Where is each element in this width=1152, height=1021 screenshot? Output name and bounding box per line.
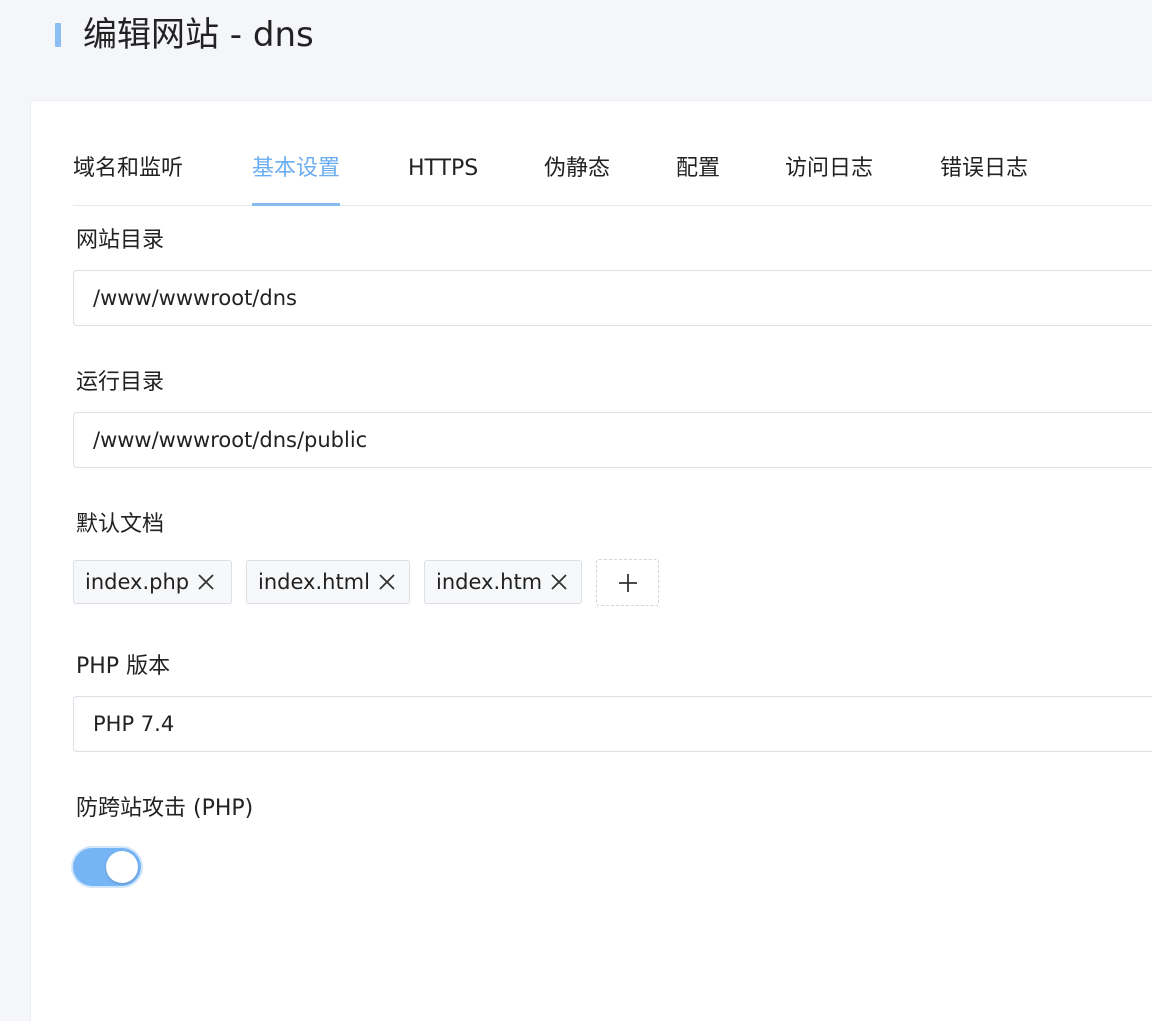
tab-access-log[interactable]: 访问日志	[785, 149, 873, 203]
toggle-knob	[106, 851, 138, 883]
tab-rewrite[interactable]: 伪静态	[544, 149, 610, 203]
default-doc-tag-label: index.php	[85, 570, 190, 594]
tab-config[interactable]: 配置	[676, 149, 720, 203]
php-version-select[interactable]	[73, 696, 1152, 752]
anti-xss-toggle[interactable]	[73, 848, 141, 886]
default-doc-tag: index.html	[246, 560, 410, 604]
default-docs-label: 默认文档	[76, 512, 165, 537]
default-doc-tag: index.htm	[424, 560, 582, 604]
close-icon[interactable]	[376, 561, 398, 603]
header-accent-bar	[55, 23, 61, 47]
php-version-label: PHP 版本	[76, 654, 171, 679]
page-header: 编辑网站 - dns	[0, 0, 1152, 100]
close-icon[interactable]	[195, 561, 217, 603]
tab-https[interactable]: HTTPS	[408, 149, 478, 203]
close-icon[interactable]	[548, 561, 570, 603]
site-dir-input[interactable]	[73, 270, 1152, 326]
tab-basic-settings[interactable]: 基本设置	[252, 149, 341, 206]
plus-icon	[619, 574, 637, 592]
tab-domains-listen[interactable]: 域名和监听	[73, 149, 183, 203]
default-doc-tag-label: index.htm	[436, 570, 543, 594]
anti-xss-label: 防跨站攻击 (PHP)	[76, 796, 254, 821]
tab-bar: 域名和监听 基本设置 HTTPS 伪静态 配置 访问日志 错误日志	[73, 149, 1152, 206]
run-dir-input[interactable]	[73, 412, 1152, 468]
add-default-doc-button[interactable]	[596, 559, 659, 606]
run-dir-label: 运行目录	[76, 370, 165, 395]
page-title: 编辑网站 - dns	[83, 15, 314, 55]
tab-error-log[interactable]: 错误日志	[940, 149, 1028, 203]
default-doc-tag-label: index.html	[258, 570, 370, 594]
edit-site-card: 域名和监听 基本设置 HTTPS 伪静态 配置 访问日志 错误日志 网站目录 运…	[30, 100, 1152, 1021]
site-dir-label: 网站目录	[76, 228, 165, 253]
default-doc-tag: index.php	[73, 560, 232, 604]
